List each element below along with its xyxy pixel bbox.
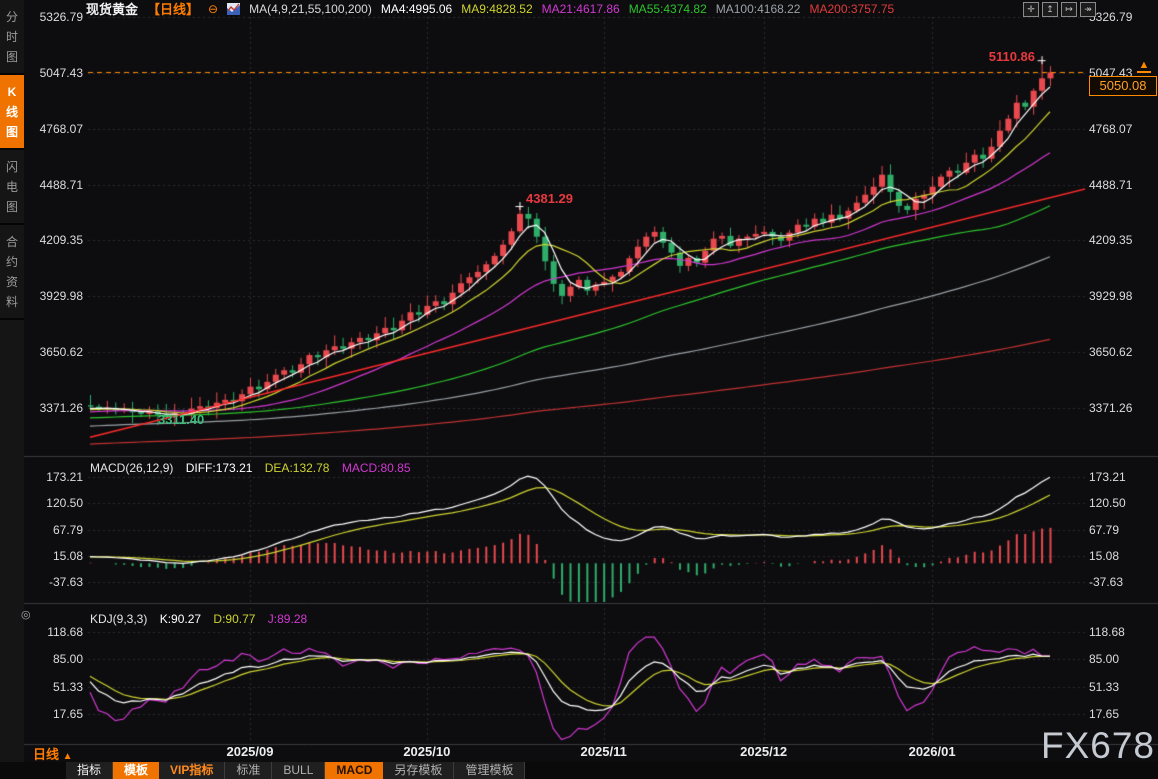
bottom-toolbar: 指标 模板 VIP指标 标准 BULL MACD 另存模板 管理模板 [0, 762, 1158, 779]
y-axis-label: 4768.07 [26, 121, 83, 137]
chart-header: 现货黄金 【日线】 ⊖ MA(4,9,21,55,100,200) MA4:49… [86, 0, 894, 17]
ma-group-label: MA(4,9,21,55,100,200) [249, 2, 372, 16]
y-axis-label: 85.00 [1089, 651, 1119, 667]
watermark: FX678 [1041, 725, 1155, 767]
crosshair-icon[interactable]: ✛ [1023, 2, 1039, 17]
y-axis-label: 4488.71 [26, 177, 83, 193]
y-axis-label: 51.33 [26, 679, 83, 695]
y-axis-label: 3929.98 [1089, 288, 1132, 304]
y-axis-label: -37.63 [1089, 574, 1123, 590]
x-axis-month-label: 2026/01 [900, 744, 964, 759]
macd-hist-value: MACD:80.85 [342, 461, 411, 475]
ma55-value: MA55:4374.82 [629, 2, 707, 16]
symbol-name: 现货黄金 [86, 0, 138, 18]
ma21-value: MA21:4617.86 [542, 2, 620, 16]
toolbar-tab-vip-indicators[interactable]: VIP指标 [159, 762, 225, 779]
y-axis-label: 4488.71 [1089, 177, 1132, 193]
y-axis-label: 118.68 [26, 624, 83, 640]
macd-panel-header: MACD(26,12,9) DIFF:173.21 DEA:132.78 MAC… [90, 461, 420, 475]
y-axis-label: 3929.98 [26, 288, 83, 304]
x-axis-month-label: 2025/12 [732, 744, 796, 759]
pane-shift-icon[interactable]: ↠ [1080, 2, 1096, 17]
y-axis-label: 51.33 [1089, 679, 1119, 695]
trading-app-window: 分时图 K线图 闪电图 合约资料 现货黄金 【日线】 ⊖ MA(4,9,21,5… [0, 0, 1158, 779]
y-axis-label: 4209.35 [1089, 232, 1132, 248]
y-axis-label: 85.00 [26, 651, 83, 667]
toolbar-tab-bull[interactable]: BULL [272, 762, 325, 779]
macd-title: MACD(26,12,9) [90, 461, 173, 475]
toolbar-tab-save-template[interactable]: 另存模板 [383, 762, 454, 779]
macd-dea-value: DEA:132.78 [265, 461, 330, 475]
period-selector[interactable]: 日线 ▲ [33, 744, 73, 763]
left-sidebar: 分时图 K线图 闪电图 合约资料 [0, 0, 24, 762]
swing-high-label: 4381.29 [526, 191, 573, 206]
kdj-j-value: J:89.28 [268, 612, 307, 626]
sidebar-item-lightning-chart[interactable]: 闪电图 [0, 150, 24, 225]
kdj-title: KDJ(9,3,3) [90, 612, 147, 626]
kdj-d-value: D:90.77 [213, 612, 255, 626]
collapse-icon[interactable]: ⊖ [208, 3, 218, 15]
y-axis-label: 120.50 [1089, 495, 1126, 511]
toolbar-tab-indicators[interactable]: 指标 [66, 762, 113, 779]
toolbar-tab-manage-templates[interactable]: 管理模板 [454, 762, 525, 779]
y-axis-label: 4209.35 [26, 232, 83, 248]
fit-horizontal-icon[interactable]: ↦ [1061, 2, 1077, 17]
high-price-label: 5110.86 [969, 49, 1035, 64]
current-price-box: 5050.08 [1089, 76, 1157, 96]
y-axis-label: 120.50 [26, 495, 83, 511]
y-axis-label: 5047.43 [26, 65, 83, 81]
y-axis-label: 3650.62 [1089, 344, 1132, 360]
x-axis-month-label: 2025/11 [572, 744, 636, 759]
kdj-panel-header: KDJ(9,3,3) K:90.27 D:90.77 J:89.28 [90, 612, 316, 626]
toolbar-tab-standard[interactable]: 标准 [225, 762, 272, 779]
ma100-value: MA100:4168.22 [716, 2, 801, 16]
x-axis-month-label: 2025/10 [395, 744, 459, 759]
ma4-value: MA4:4995.06 [381, 2, 452, 16]
y-axis-label: 15.08 [26, 548, 83, 564]
chart-canvas[interactable] [0, 0, 1158, 779]
y-axis-label: -37.63 [26, 574, 83, 590]
ma200-value: MA200:3757.75 [809, 2, 894, 16]
y-axis-label: 173.21 [1089, 469, 1126, 485]
toolbar-tab-templates[interactable]: 模板 [113, 762, 159, 779]
x-axis-month-label: 2025/09 [218, 744, 282, 759]
macd-diff-value: DIFF:173.21 [186, 461, 253, 475]
sidebar-item-contract-info[interactable]: 合约资料 [0, 225, 24, 320]
y-axis-label: 17.65 [1089, 706, 1119, 722]
y-axis-label: 3650.62 [26, 344, 83, 360]
header-toolbar: ✛ ↥ ↦ ↠ [1023, 2, 1096, 17]
chevron-up-icon: ▲ [63, 751, 73, 762]
scroll-to-latest-icon[interactable]: ▲ [1137, 60, 1151, 73]
y-axis-label: 3371.26 [1089, 400, 1132, 416]
y-axis-label: 4768.07 [1089, 121, 1132, 137]
y-axis-label: 67.79 [26, 522, 83, 538]
fit-vertical-icon[interactable]: ↥ [1042, 2, 1058, 17]
y-axis-label: 173.21 [26, 469, 83, 485]
y-axis-label: 3371.26 [26, 400, 83, 416]
sidebar-item-time-chart[interactable]: 分时图 [0, 0, 24, 75]
toolbar-tab-macd[interactable]: MACD [325, 762, 383, 779]
y-axis-label: 5326.79 [26, 9, 83, 25]
y-axis-label: 67.79 [1089, 522, 1119, 538]
y-axis-label: 15.08 [1089, 548, 1119, 564]
mini-chart-icon[interactable] [227, 3, 240, 15]
swing-low-label: 3311.40 [158, 412, 204, 427]
y-axis-label: 17.65 [26, 706, 83, 722]
sidebar-item-kline-chart[interactable]: K线图 [0, 75, 24, 150]
kdj-panel-icon[interactable]: ◎ [21, 608, 31, 621]
ma9-value: MA9:4828.52 [461, 2, 532, 16]
y-axis-label: 118.68 [1089, 624, 1125, 640]
kdj-k-value: K:90.27 [160, 612, 201, 626]
period-tag: 【日线】 [147, 0, 199, 18]
